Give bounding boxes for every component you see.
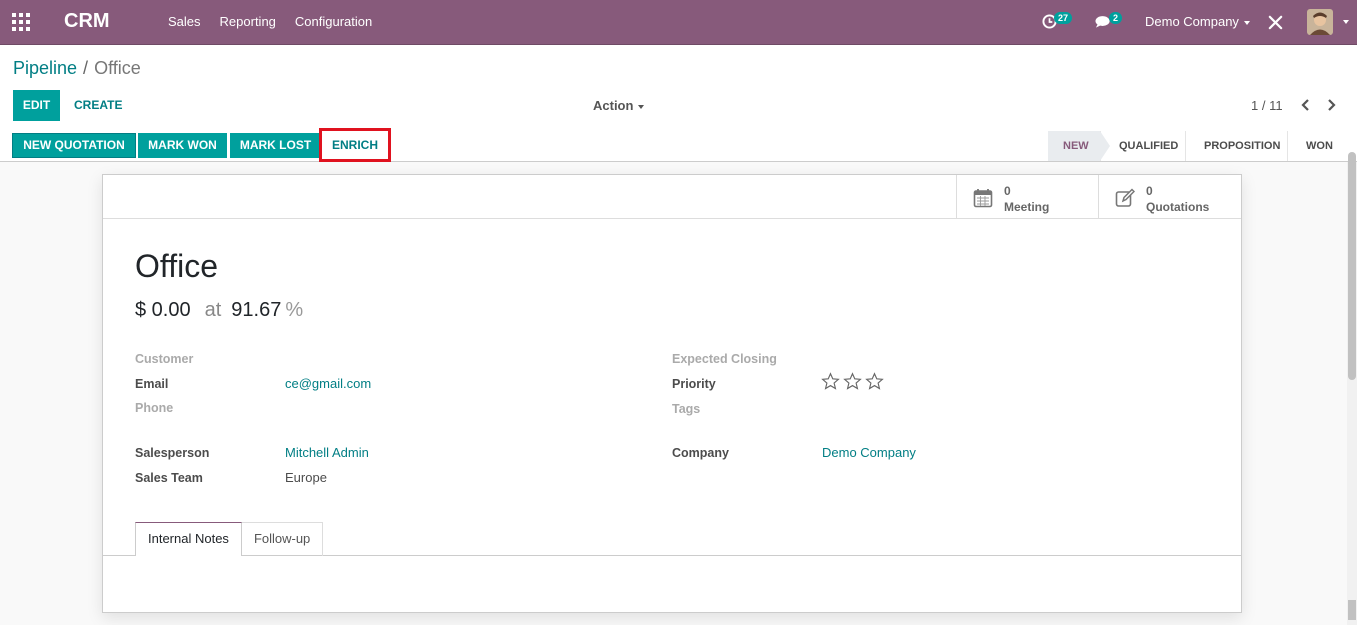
stage-proposition[interactable]: PROPOSITION (1185, 131, 1287, 161)
meeting-smart-button[interactable]: 0 Meeting (956, 175, 1099, 219)
caret-down-icon (638, 104, 645, 109)
salesperson-label: Salesperson (135, 446, 210, 460)
menu-item-configuration[interactable]: Configuration (295, 14, 372, 29)
company-name: Demo Company (1145, 14, 1239, 29)
smart-button-box: 0 Meeting 0 Quotations (103, 175, 1241, 219)
sales-team-label: Sales Team (135, 471, 203, 485)
quotations-count: 0 (1146, 184, 1153, 198)
star-icon[interactable] (843, 372, 862, 391)
scrollbar-down-arrow[interactable] (1348, 600, 1356, 620)
email-label: Email (135, 377, 169, 391)
email-field[interactable]: ce@gmail.com (285, 376, 371, 391)
priority-widget (821, 372, 884, 391)
breadcrumb-separator: / (83, 58, 89, 78)
top-navbar: CRM Sales Reporting Configuration 27 2 D… (0, 0, 1357, 45)
create-button[interactable]: CREATE (74, 90, 122, 121)
form-sheet: 0 Meeting 0 Quotations Office $ 0.00 at 91… (102, 174, 1242, 613)
action-dropdown[interactable]: Action (593, 98, 645, 113)
stage-won[interactable]: WON (1287, 131, 1356, 161)
message-count-badge: 2 (1109, 12, 1123, 24)
pager-next-icon[interactable] (1325, 97, 1339, 113)
sales-team-field[interactable]: Europe (285, 470, 327, 485)
tab-follow-up[interactable]: Follow-up (241, 522, 324, 556)
percent-sign: % (285, 299, 304, 321)
company-label: Company (672, 446, 729, 460)
mark-won-button[interactable]: MARK WON (138, 133, 227, 158)
caret-down-icon (1243, 20, 1250, 25)
meeting-label: Meeting (1004, 200, 1050, 214)
breadcrumb-pipeline[interactable]: Pipeline (13, 58, 77, 78)
action-label: Action (593, 98, 634, 113)
menu-item-sales[interactable]: Sales (168, 14, 201, 29)
company-field[interactable]: Demo Company (822, 445, 916, 460)
phone-label: Phone (135, 401, 174, 415)
notebook-tabs: Internal Notes Follow-up (135, 522, 324, 556)
breadcrumb-current: Office (94, 58, 141, 78)
quotations-smart-button[interactable]: 0 Quotations (1098, 175, 1241, 219)
messages-button[interactable]: 2 (1094, 0, 1128, 45)
stage-pipeline: NEW QUALIFIED PROPOSITION WON (1048, 131, 1356, 161)
main-menu: Sales Reporting Configuration (168, 14, 372, 29)
tags-label: Tags (672, 402, 701, 416)
edit-icon (1115, 188, 1135, 207)
control-panel: Pipeline / Office EDIT CREATE Action 1 / 1… (0, 45, 1357, 132)
company-switcher[interactable]: Demo Company (1145, 14, 1250, 29)
pager-previous-icon[interactable] (1298, 97, 1312, 113)
new-quotation-button[interactable]: NEW QUOTATION (12, 133, 136, 158)
quotations-label: Quotations (1146, 200, 1210, 214)
expected-revenue-row: $ 0.00 at 91.67% (135, 299, 303, 322)
stage-qualified[interactable]: QUALIFIED (1100, 131, 1185, 161)
activity-count-badge: 27 (1054, 12, 1073, 24)
apps-menu-icon[interactable] (12, 13, 30, 31)
app-brand[interactable]: CRM (64, 10, 110, 33)
mark-lost-button[interactable]: MARK LOST (230, 133, 321, 158)
caret-down-icon (1343, 20, 1349, 24)
meeting-count: 0 (1004, 184, 1011, 198)
user-menu[interactable] (1307, 9, 1349, 35)
salesperson-field[interactable]: Mitchell Admin (285, 445, 369, 460)
menu-item-reporting[interactable]: Reporting (220, 14, 276, 29)
tab-internal-notes[interactable]: Internal Notes (135, 522, 242, 556)
avatar (1307, 9, 1333, 35)
expected-revenue[interactable]: $ 0.00 (135, 299, 191, 321)
lead-title[interactable]: Office (135, 248, 218, 285)
expected-closing-label: Expected Closing (672, 352, 777, 366)
breadcrumb: Pipeline / Office (13, 58, 141, 79)
customer-label: Customer (135, 352, 194, 366)
scrollbar-thumb[interactable] (1348, 152, 1356, 380)
priority-label: Priority (672, 377, 716, 391)
star-icon[interactable] (821, 372, 840, 391)
probability-value[interactable]: 91.67 (231, 299, 281, 321)
edit-button[interactable]: EDIT (13, 90, 60, 121)
at-label: at (204, 299, 222, 321)
pager-value: 1 / 11 (1251, 98, 1283, 113)
star-icon[interactable] (865, 372, 884, 391)
page-scrollbar[interactable] (1347, 152, 1357, 625)
activity-button[interactable]: 27 (1041, 0, 1077, 45)
calendar-icon (973, 189, 993, 208)
statusbar: NEW QUOTATION MARK WON MARK LOST ENRICH … (0, 128, 1357, 162)
debug-tools-icon[interactable] (1268, 15, 1283, 30)
enrich-button[interactable]: ENRICH (319, 128, 391, 162)
stage-new[interactable]: NEW (1048, 131, 1110, 161)
